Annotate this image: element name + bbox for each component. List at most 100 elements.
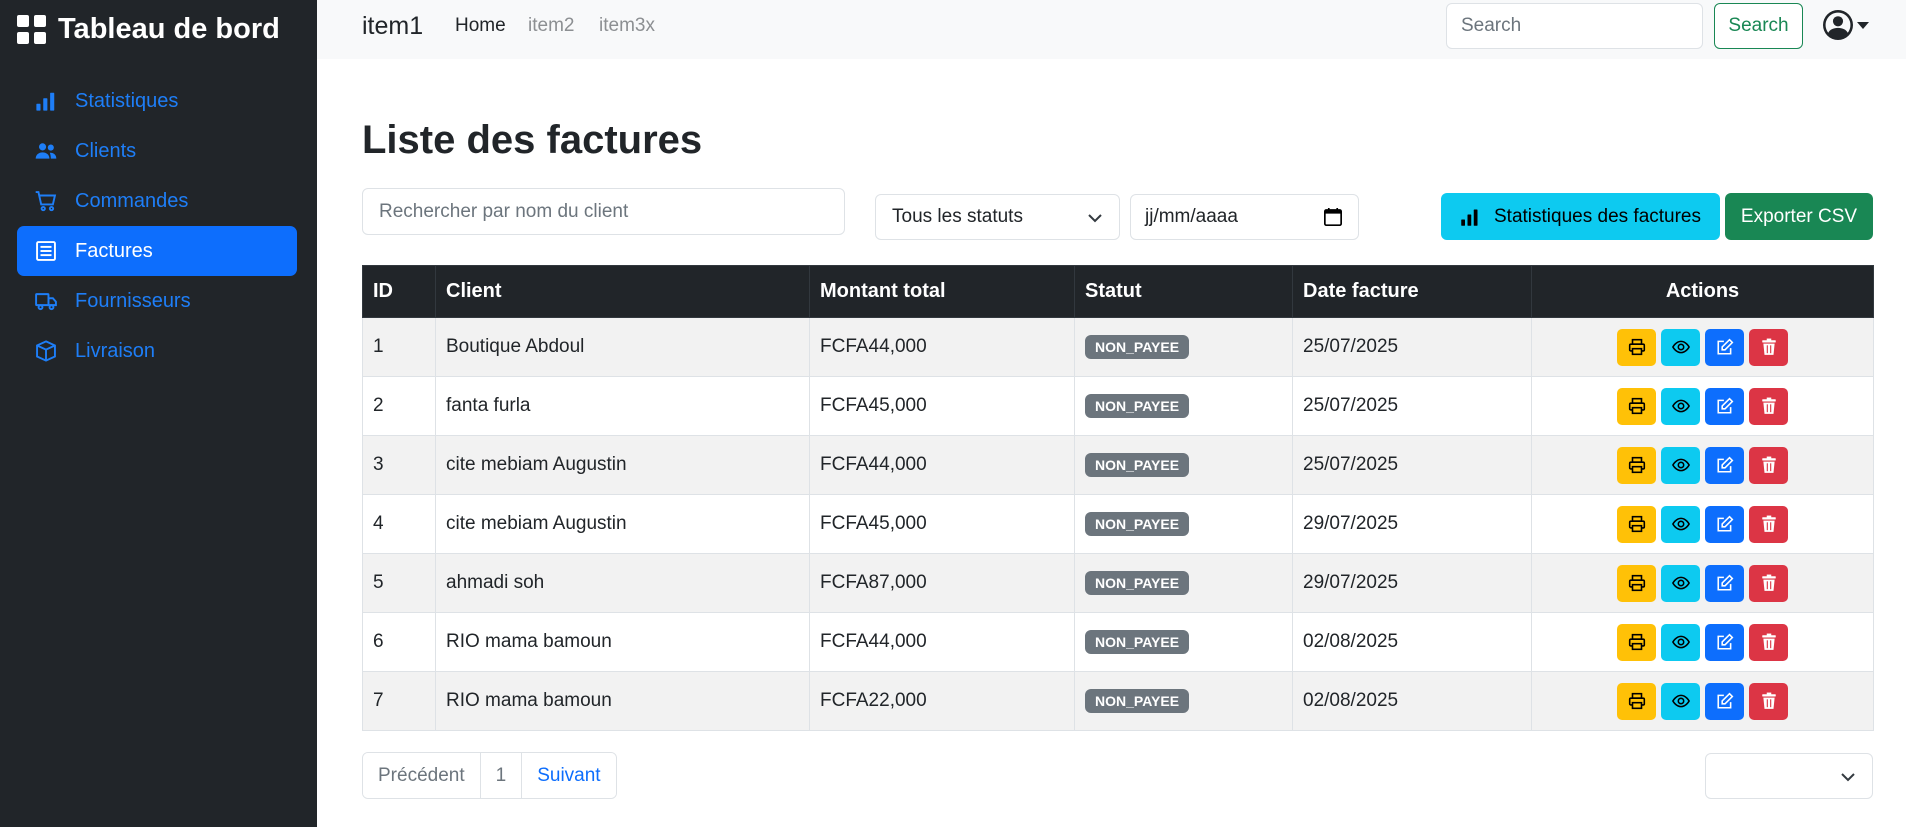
cell-client: RIO mama bamoun — [435, 671, 810, 731]
delete-button[interactable] — [1749, 446, 1788, 484]
print-button[interactable] — [1617, 387, 1656, 425]
sidebar-item-fournisseurs[interactable]: Fournisseurs — [17, 276, 297, 326]
cell-id: 6 — [362, 612, 436, 672]
cell-status: NON_PAYEE — [1074, 435, 1293, 495]
cell-id: 5 — [362, 553, 436, 613]
page-size-select[interactable] — [1705, 753, 1873, 799]
navbar-brand[interactable]: item1 — [362, 12, 423, 41]
print-button[interactable] — [1617, 446, 1656, 484]
eye-icon — [1671, 694, 1690, 708]
user-avatar-icon — [1823, 10, 1853, 40]
edit-icon — [1716, 456, 1733, 473]
search-input[interactable] — [1446, 3, 1703, 49]
status-badge: NON_PAYEE — [1085, 512, 1190, 536]
table-row: 4 cite mebiam Augustin FCFA45,000 NON_PAYEE… — [362, 494, 1874, 554]
delete-button[interactable] — [1749, 505, 1788, 543]
trash-icon — [1761, 692, 1776, 709]
view-button[interactable] — [1661, 505, 1700, 543]
view-button[interactable] — [1661, 564, 1700, 602]
bar-chart-icon — [1461, 209, 1478, 226]
trash-icon — [1761, 574, 1776, 591]
sidebar-item-statistiques[interactable]: Statistiques — [17, 76, 297, 126]
column-header-id[interactable]: ID — [362, 265, 436, 318]
view-button[interactable] — [1661, 682, 1700, 720]
invoice-stats-button[interactable]: Statistiques des factures — [1441, 193, 1720, 240]
truck-icon — [35, 293, 57, 311]
table-header-row: ID Client Montant total Statut Date fact… — [362, 265, 1874, 318]
sidebar-item-livraison[interactable]: Livraison — [17, 326, 297, 376]
sidebar-item-label: Fournisseurs — [75, 289, 191, 312]
nav-link-item2[interactable]: item2 — [528, 15, 574, 37]
cell-id: 1 — [362, 317, 436, 377]
delete-button[interactable] — [1749, 623, 1788, 661]
print-button[interactable] — [1617, 623, 1656, 661]
delete-button[interactable] — [1749, 387, 1788, 425]
cell-actions — [1531, 317, 1874, 377]
status-select-value: Tous les statuts — [892, 206, 1023, 227]
calendar-icon[interactable] — [1324, 208, 1342, 226]
column-header-amount[interactable]: Montant total — [809, 265, 1075, 318]
eye-icon — [1671, 458, 1690, 472]
cell-status: NON_PAYEE — [1074, 317, 1293, 377]
view-button[interactable] — [1661, 446, 1700, 484]
date-placeholder: jj/mm/aaaa — [1145, 206, 1238, 227]
pagination-next[interactable]: Suivant — [522, 753, 616, 798]
sidebar-item-label: Factures — [75, 239, 153, 262]
cell-client: ahmadi soh — [435, 553, 810, 613]
view-button[interactable] — [1661, 623, 1700, 661]
sidebar-item-factures[interactable]: Factures — [17, 226, 297, 276]
cell-date: 25/07/2025 — [1292, 376, 1532, 436]
sidebar-brand-label: Tableau de bord — [58, 12, 280, 45]
edit-icon — [1716, 515, 1733, 532]
edit-button[interactable] — [1705, 505, 1744, 543]
printer-icon — [1628, 574, 1645, 592]
column-header-date[interactable]: Date facture — [1292, 265, 1532, 318]
search-button[interactable]: Search — [1714, 3, 1803, 49]
delete-button[interactable] — [1749, 564, 1788, 602]
export-csv-button[interactable]: Exporter CSV — [1725, 193, 1873, 240]
sidebar-item-commandes[interactable]: Commandes — [17, 176, 297, 226]
nav-link-home[interactable]: Home — [455, 15, 506, 37]
chevron-down-icon — [1088, 214, 1102, 223]
client-search-input[interactable] — [362, 188, 845, 235]
print-button[interactable] — [1617, 505, 1656, 543]
edit-button[interactable] — [1705, 446, 1744, 484]
column-header-client[interactable]: Client — [435, 265, 810, 318]
pagination-page-1[interactable]: 1 — [480, 753, 523, 798]
edit-button[interactable] — [1705, 328, 1744, 366]
edit-button[interactable] — [1705, 387, 1744, 425]
pagination-previous[interactable]: Précédent — [363, 753, 481, 798]
view-button[interactable] — [1661, 328, 1700, 366]
view-button[interactable] — [1661, 387, 1700, 425]
cell-amount: FCFA22,000 — [809, 671, 1075, 731]
edit-button[interactable] — [1705, 682, 1744, 720]
column-header-status[interactable]: Statut — [1074, 265, 1293, 318]
delete-button[interactable] — [1749, 682, 1788, 720]
sidebar-brand[interactable]: Tableau de bord — [17, 10, 280, 48]
print-button[interactable] — [1617, 682, 1656, 720]
print-button[interactable] — [1617, 328, 1656, 366]
print-button[interactable] — [1617, 564, 1656, 602]
status-select[interactable]: Tous les statuts — [875, 194, 1120, 240]
cell-status: NON_PAYEE — [1074, 553, 1293, 613]
eye-icon — [1671, 399, 1690, 413]
nav-link-item3x[interactable]: item3x — [599, 15, 655, 37]
sidebar-item-clients[interactable]: Clients — [17, 126, 297, 176]
edit-button[interactable] — [1705, 564, 1744, 602]
trash-icon — [1761, 338, 1776, 355]
edit-icon — [1716, 633, 1733, 650]
edit-button[interactable] — [1705, 623, 1744, 661]
sidebar: Tableau de bord Statistiques Clients Com… — [0, 0, 317, 827]
edit-icon — [1716, 692, 1733, 709]
printer-icon — [1628, 456, 1645, 474]
printer-icon — [1628, 633, 1645, 651]
cell-status: NON_PAYEE — [1074, 671, 1293, 731]
status-badge: NON_PAYEE — [1085, 335, 1190, 359]
delete-button[interactable] — [1749, 328, 1788, 366]
cell-id: 3 — [362, 435, 436, 495]
user-menu-dropdown[interactable] — [1823, 10, 1869, 40]
top-navbar: item1 Home item2 item3x Search — [317, 0, 1906, 59]
date-filter-input[interactable]: jj/mm/aaaa — [1130, 194, 1359, 240]
status-badge: NON_PAYEE — [1085, 571, 1190, 595]
printer-icon — [1628, 515, 1645, 533]
